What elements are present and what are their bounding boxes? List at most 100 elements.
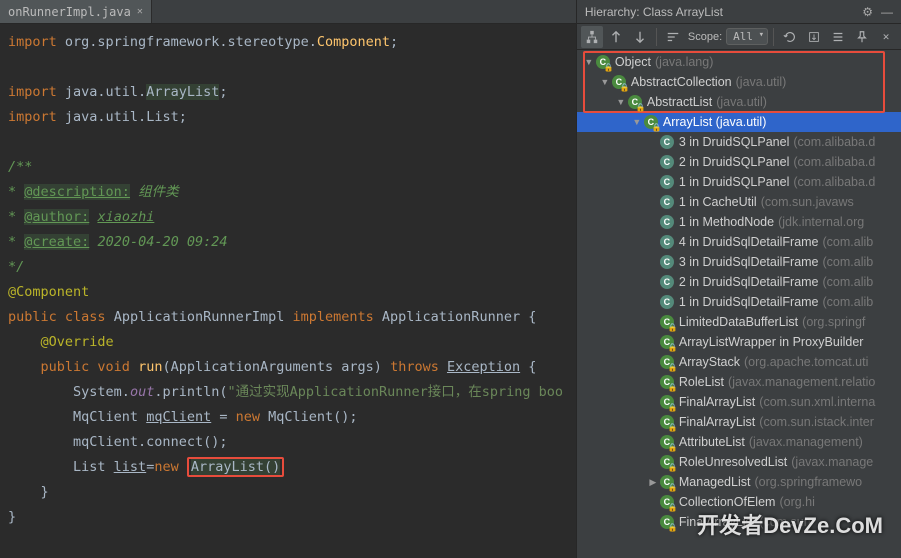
hierarchy-panel: Hierarchy: Class ArrayList ⚙ — Scope: Al…: [576, 0, 901, 558]
tree-node[interactable]: 🔒ArrayStack(org.apache.tomcat.uti: [577, 352, 901, 372]
code-text: }: [41, 484, 49, 500]
tree-node[interactable]: 🔒AttributeList(javax.management): [577, 432, 901, 452]
tree-node[interactable]: 🔒ArrayListWrapper in ProxyBuilder: [577, 332, 901, 352]
expand-arrow-icon[interactable]: ▼: [615, 97, 627, 107]
tab-label: onRunnerImpl.java: [8, 5, 131, 19]
node-pkg: (javax.management): [749, 435, 863, 449]
node-label: 3 in DruidSqlDetailFrame: [679, 255, 819, 269]
sort-icon[interactable]: [662, 26, 684, 48]
node-pkg: (org.hi: [779, 495, 814, 509]
tree-node[interactable]: 2 in DruidSqlDetailFrame (com.alib: [577, 272, 901, 292]
tree-node[interactable]: 1 in MethodNode (jdk.internal.org: [577, 212, 901, 232]
tree-node-object[interactable]: ▼🔒Object(java.lang): [577, 52, 901, 72]
node-pkg: (com.alib: [823, 275, 874, 289]
code-text: run: [138, 359, 162, 375]
tree-node[interactable]: 1 in DruidSQLPanel (com.alibaba.d: [577, 172, 901, 192]
code-text: *: [8, 209, 24, 225]
expand-arrow-icon[interactable]: ▼: [583, 57, 595, 67]
node-pkg: (javax.management.relatio: [728, 375, 875, 389]
pin-icon[interactable]: [851, 26, 873, 48]
node-pkg: (javax.manage: [791, 455, 873, 469]
editor-pane: onRunnerImpl.java ✕ import org.springfra…: [0, 0, 576, 558]
code-text: out: [130, 384, 154, 400]
node-pkg: (com.alibaba.d: [793, 135, 875, 149]
code-text: ArrayList: [146, 84, 219, 100]
tree-node[interactable]: 2 in DruidSQLPanel(com.alibaba.d: [577, 152, 901, 172]
code-text: list: [114, 459, 147, 475]
code-text: /**: [8, 155, 568, 180]
code-text: import: [8, 84, 57, 100]
code-text: Component: [317, 34, 390, 50]
close-hierarchy-icon[interactable]: ✕: [875, 26, 897, 48]
node-pkg: (com.alib: [823, 235, 874, 249]
subtypes-icon[interactable]: [629, 26, 651, 48]
tree-node[interactable]: 🔒RoleList(javax.management.relatio: [577, 372, 901, 392]
node-label: 1 in MethodNode: [679, 215, 774, 229]
node-label: AbstractList: [647, 95, 712, 109]
code-text: *: [8, 184, 24, 200]
node-label: 2 in DruidSqlDetailFrame: [679, 275, 819, 289]
code-text: ;: [390, 34, 398, 50]
node-label: ManagedList: [679, 475, 751, 489]
hierarchy-tree[interactable]: ▼🔒Object(java.lang) ▼🔒AbstractCollection…: [577, 50, 901, 558]
node-label: 1 in DruidSQLPanel: [679, 175, 789, 189]
code-text: ApplicationArguments: [171, 359, 342, 375]
tree-node[interactable]: 4 in DruidSqlDetailFrame(com.alib: [577, 232, 901, 252]
node-pkg: (com.sun.javaws: [761, 195, 854, 209]
node-pkg: (jdk.internal.org: [778, 215, 864, 229]
node-label: AbstractCollection: [631, 75, 732, 89]
tree-node[interactable]: 1 in CacheUtil(com.sun.javaws: [577, 192, 901, 212]
tree-node-arraylist[interactable]: ▼🔒ArrayList (java.util): [577, 112, 901, 132]
close-icon[interactable]: ✕: [137, 6, 143, 17]
code-text: List: [146, 109, 179, 125]
node-pkg: (com.alibaba.d: [793, 175, 875, 189]
tree-node[interactable]: 🔒RoleUnresolvedList(javax.manage: [577, 452, 901, 472]
scope-label: Scope:: [688, 31, 722, 43]
node-label: 2 in DruidSQLPanel: [679, 155, 789, 169]
node-label: AttributeList: [679, 435, 745, 449]
code-text: @description:: [24, 184, 130, 200]
hide-icon[interactable]: —: [881, 5, 893, 19]
node-label: Object: [615, 55, 651, 69]
expand-arrow-icon[interactable]: ▼: [631, 117, 643, 127]
code-text: ;: [179, 109, 187, 125]
node-pkg: (java.lang): [655, 55, 713, 69]
node-label: LimitedDataBufferList: [679, 315, 798, 329]
autoscroll-icon[interactable]: [803, 26, 825, 48]
node-label: 3 in DruidSQLPanel: [679, 135, 789, 149]
code-text: public: [41, 359, 98, 375]
refresh-icon[interactable]: [779, 26, 801, 48]
gear-icon[interactable]: ⚙: [862, 5, 873, 19]
tree-node[interactable]: 🔒FinalArrayList(com.sun.istack.inter: [577, 412, 901, 432]
code-text: =: [211, 409, 235, 425]
tree-node[interactable]: 1 in DruidSqlDetailFrame(com.alib: [577, 292, 901, 312]
node-pkg: (org.springframewo: [754, 475, 862, 489]
expand-arrow-icon[interactable]: ▼: [599, 77, 611, 87]
node-pkg: (com.sun.istack.inter: [759, 415, 874, 429]
expand-icon[interactable]: [827, 26, 849, 48]
tree-node[interactable]: 🔒LimitedDataBufferList(org.springf: [577, 312, 901, 332]
code-text: implements: [293, 309, 382, 325]
scope-selector[interactable]: All: [726, 28, 768, 45]
tree-node-abstractcollection[interactable]: ▼🔒AbstractCollection(java.util): [577, 72, 901, 92]
code-text: ArrayList(): [191, 459, 280, 475]
node-label: ArrayStack: [679, 355, 740, 369]
node-pkg: (org.apache.tomcat.uti: [744, 355, 868, 369]
editor-tab[interactable]: onRunnerImpl.java ✕: [0, 0, 152, 23]
class-hierarchy-icon[interactable]: [581, 26, 603, 48]
code-text: mqClient.connect();: [73, 434, 227, 450]
tree-node[interactable]: 🔒FinalArrayList(com.sun.xml.interna: [577, 392, 901, 412]
tree-node[interactable]: 3 in DruidSqlDetailFrame(com.alib: [577, 252, 901, 272]
code-text: MqClient();: [268, 409, 357, 425]
tree-node-abstractlist[interactable]: ▼🔒AbstractList(java.util): [577, 92, 901, 112]
code-text: public: [8, 309, 65, 325]
code-text: Exception: [447, 359, 520, 375]
supertypes-icon[interactable]: [605, 26, 627, 48]
arraylist-highlight: ArrayList(): [187, 457, 284, 477]
code-text: args: [341, 359, 374, 375]
expand-arrow-icon[interactable]: ▶: [647, 477, 659, 488]
tree-node[interactable]: 3 in DruidSQLPanel (com.alibaba.d: [577, 132, 901, 152]
code-text: {: [528, 309, 536, 325]
tree-node[interactable]: ▶🔒ManagedList(org.springframewo: [577, 472, 901, 492]
code-editor[interactable]: import org.springframework.stereotype.Co…: [0, 24, 576, 558]
